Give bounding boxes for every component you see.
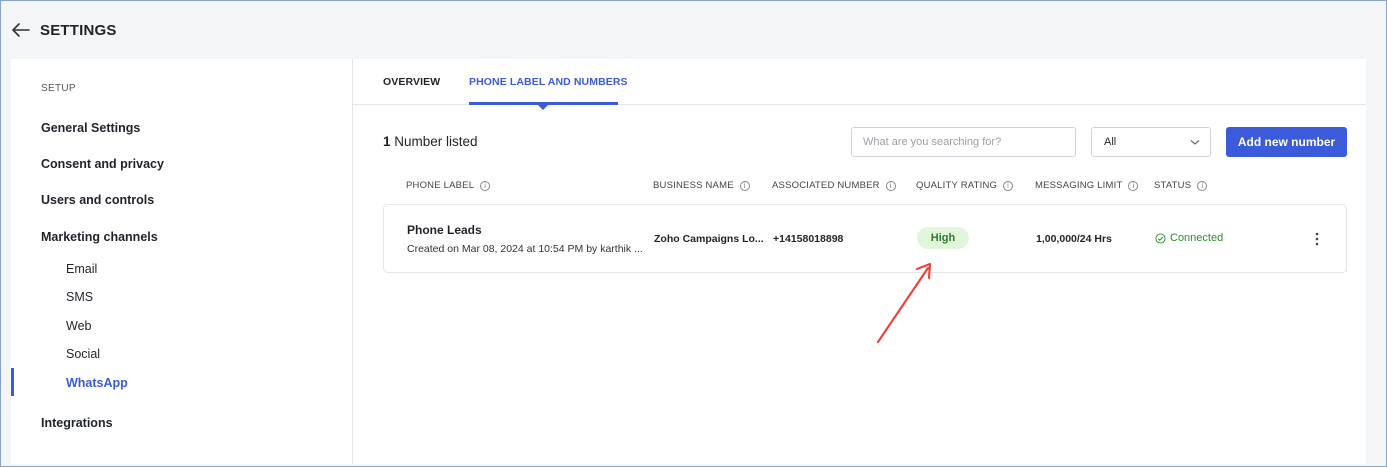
- sidebar-active-indicator: [11, 368, 14, 396]
- active-tab-caret: [538, 105, 548, 110]
- column-header-label: STATUS: [1154, 180, 1192, 191]
- top-bar: SETTINGS: [1, 1, 1386, 59]
- sidebar-subitem-web[interactable]: Web: [66, 319, 91, 333]
- sidebar-subitem-social[interactable]: Social: [66, 347, 100, 361]
- quality-rating-badge: High: [917, 227, 969, 249]
- info-icon[interactable]: i: [1197, 180, 1208, 191]
- sidebar-item-consent-privacy[interactable]: Consent and privacy: [41, 157, 164, 171]
- status-cell: Connected: [1155, 232, 1223, 244]
- column-header-phone-label: PHONE LABEL i: [406, 180, 491, 191]
- sidebar-section-setup: SETUP: [41, 83, 76, 94]
- main-panel: OVERVIEW PHONE LABEL AND NUMBERS 1 Numbe…: [353, 59, 1366, 464]
- arrow-left-icon[interactable]: [11, 20, 31, 40]
- tab-bar: OVERVIEW PHONE LABEL AND NUMBERS: [353, 59, 1366, 110]
- more-vertical-icon[interactable]: [1312, 230, 1322, 248]
- column-header-label: PHONE LABEL: [406, 180, 475, 191]
- sidebar-subitem-whatsapp[interactable]: WhatsApp: [66, 376, 128, 390]
- status-text: Connected: [1170, 232, 1224, 244]
- count-value: 1: [383, 134, 391, 149]
- column-header-label: QUALITY RATING: [916, 180, 998, 191]
- page-title: SETTINGS: [40, 21, 117, 39]
- associated-number-cell: +14158018898: [773, 233, 844, 245]
- column-header-status: STATUS i: [1154, 180, 1208, 191]
- sidebar-item-marketing-channels[interactable]: Marketing channels: [41, 230, 158, 244]
- search-input[interactable]: [851, 127, 1076, 157]
- sidebar-item-general-settings[interactable]: General Settings: [41, 121, 140, 135]
- column-header-messaging-limit: MESSAGING LIMIT i: [1035, 180, 1139, 191]
- sidebar-item-integrations[interactable]: Integrations: [41, 416, 113, 430]
- tab-overview[interactable]: OVERVIEW: [383, 76, 440, 88]
- column-header-label: BUSINESS NAME: [653, 180, 734, 191]
- chevron-down-icon: [1190, 140, 1200, 145]
- info-icon[interactable]: i: [1003, 180, 1014, 191]
- add-new-number-button[interactable]: Add new number: [1226, 127, 1347, 157]
- count-suffix: Number listed: [390, 134, 478, 149]
- table-row[interactable]: Phone Leads Created on Mar 08, 2024 at 1…: [383, 204, 1347, 273]
- settings-sidebar: SETUP General Settings Consent and priva…: [11, 59, 353, 464]
- info-icon[interactable]: i: [739, 180, 750, 191]
- business-name-cell: Zoho Campaigns Lo...: [654, 233, 764, 245]
- info-icon[interactable]: i: [480, 180, 491, 191]
- sidebar-subitem-sms[interactable]: SMS: [66, 290, 93, 304]
- column-header-label: ASSOCIATED NUMBER: [772, 180, 880, 191]
- phone-label-name: Phone Leads: [407, 223, 482, 237]
- filter-select[interactable]: All: [1091, 127, 1211, 157]
- filter-value: All: [1104, 136, 1117, 148]
- column-header-label: MESSAGING LIMIT: [1035, 180, 1123, 191]
- check-circle-icon: [1155, 232, 1166, 244]
- info-icon[interactable]: i: [1128, 180, 1139, 191]
- info-icon[interactable]: i: [885, 180, 896, 191]
- sidebar-item-users-controls[interactable]: Users and controls: [41, 193, 154, 207]
- messaging-limit-cell: 1,00,000/24 Hrs: [1036, 233, 1112, 245]
- phone-label-created: Created on Mar 08, 2024 at 10:54 PM by k…: [407, 243, 643, 255]
- annotation-arrow: [876, 262, 932, 344]
- tab-phone-label-numbers[interactable]: PHONE LABEL AND NUMBERS: [469, 76, 628, 88]
- settings-window: SETTINGS SETUP General Settings Consent …: [0, 0, 1387, 467]
- numbers-count: 1 Number listed: [383, 134, 478, 149]
- column-header-associated-number: ASSOCIATED NUMBER i: [772, 180, 896, 191]
- column-header-business-name: BUSINESS NAME i: [653, 180, 750, 191]
- column-header-quality-rating: QUALITY RATING i: [916, 180, 1014, 191]
- sidebar-subitem-email[interactable]: Email: [66, 262, 97, 276]
